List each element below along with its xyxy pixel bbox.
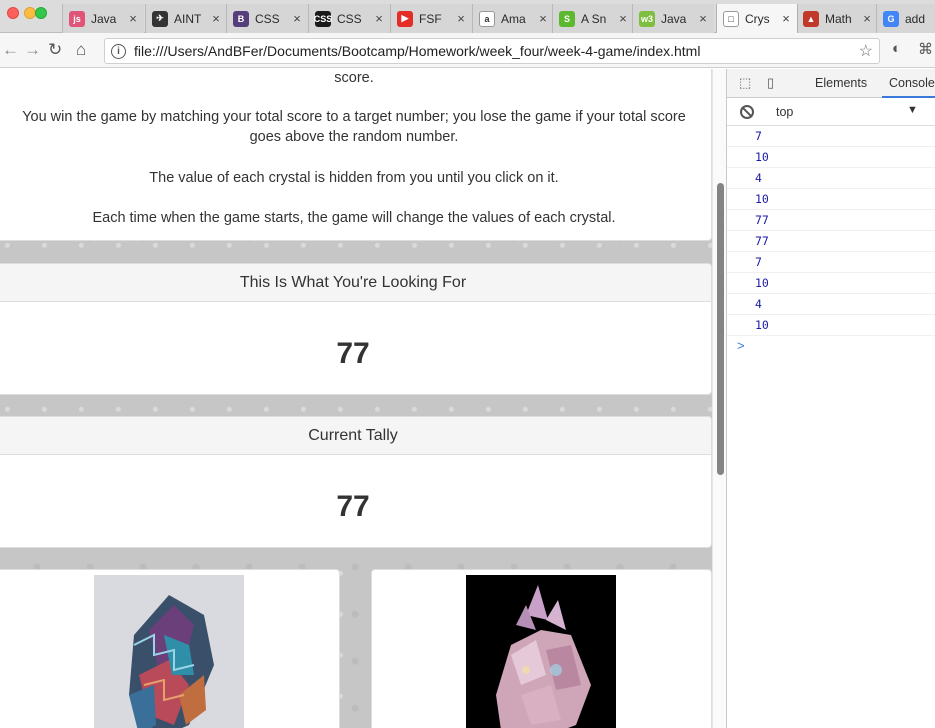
- console-prompt[interactable]: >: [727, 336, 935, 356]
- tab-favicon-icon: ▲: [803, 10, 819, 27]
- tab-title: FSF: [419, 11, 442, 26]
- tab-title: Ama: [501, 11, 526, 26]
- close-window-button[interactable]: [7, 7, 19, 19]
- zoom-window-button[interactable]: [35, 7, 47, 19]
- tab-title: CSS: [255, 11, 280, 26]
- tab-favicon-icon: B: [233, 10, 249, 27]
- console-log-line: 77: [727, 231, 935, 252]
- browser-tab[interactable]: Gadd×: [876, 4, 935, 33]
- console-log-line: 10: [727, 147, 935, 168]
- tally-number: 77: [336, 490, 370, 523]
- tab-title: Java: [91, 11, 117, 26]
- console-log-line: 4: [727, 168, 935, 189]
- tab-title: Java: [661, 11, 687, 26]
- browser-tab[interactable]: S A Sn ×: [552, 4, 634, 33]
- chevron-down-icon[interactable]: ▼: [907, 104, 918, 116]
- console-toolbar: top ▼: [727, 98, 935, 126]
- tab-close-icon[interactable]: ×: [860, 11, 874, 26]
- tab-favicon-icon: ▶: [397, 10, 413, 27]
- current-tally-panel: Current Tally 77: [0, 416, 712, 548]
- browser-tab[interactable]: a Ama ×: [472, 4, 554, 33]
- tab-close-icon[interactable]: ×: [126, 11, 140, 26]
- console-log-line: 7: [727, 252, 935, 273]
- tab-close-icon[interactable]: ×: [779, 11, 793, 26]
- tab-favicon-icon: CSS: [314, 10, 332, 27]
- url-text[interactable]: file:///Users/AndBFer/Documents/Bootcamp…: [134, 43, 859, 59]
- tab-title: Math: [825, 11, 852, 26]
- crystal-card-1: [0, 569, 340, 728]
- console-log-line: 10: [727, 189, 935, 210]
- info-icon[interactable]: i: [111, 43, 126, 59]
- crystal-card-2: [371, 569, 712, 728]
- tally-heading: Current Tally: [0, 417, 711, 455]
- target-number-panel: This Is What You're Looking For 77: [0, 263, 712, 395]
- tab-close-icon[interactable]: ×: [209, 11, 223, 26]
- tab-favicon-icon: js: [69, 10, 85, 27]
- tab-close-icon[interactable]: ×: [454, 11, 468, 26]
- page-viewport: score. You win the game by matching your…: [0, 69, 726, 728]
- tab-favicon-icon: ✈: [152, 10, 168, 27]
- console-log-line: 77: [727, 210, 935, 231]
- tab-close-icon[interactable]: ×: [536, 11, 550, 26]
- tab-close-icon[interactable]: ×: [290, 11, 304, 26]
- tab-title: A Sn: [581, 11, 607, 26]
- home-icon[interactable]: ⌂: [76, 40, 86, 60]
- browser-tab[interactable]: □ Crys ×: [716, 4, 798, 33]
- bismuth-crystal-image[interactable]: [94, 575, 244, 728]
- bookmark-star-icon[interactable]: ☆: [859, 41, 873, 61]
- tab-close-icon[interactable]: ×: [616, 11, 630, 26]
- context-selector[interactable]: top: [776, 105, 793, 119]
- tab-strip: js Java × ✈ AINT × B CSS × CSS CSS × ▶ FSF × a Ama × S A Sn…: [0, 0, 935, 33]
- browser-tab[interactable]: CSS CSS ×: [308, 4, 390, 33]
- console-log-line: 10: [727, 315, 935, 336]
- tab-title: CSS: [337, 11, 362, 26]
- tab-title: add: [905, 11, 926, 26]
- tab-title: Crys: [745, 11, 770, 26]
- console-output: 7 10 4 10 77 77 7 10 4 10: [727, 126, 935, 336]
- instruction-text-2: You win the game by matching your total …: [22, 109, 686, 145]
- scroll-thumb[interactable]: [717, 183, 724, 475]
- instructions-panel: score. You win the game by matching your…: [0, 69, 712, 241]
- browser-tab[interactable]: js Java ×: [62, 4, 144, 33]
- back-arrow-icon[interactable]: ←: [2, 40, 19, 60]
- tab-favicon-icon: a: [479, 10, 495, 27]
- browser-tab[interactable]: B CSS ×: [226, 4, 308, 33]
- browser-tab[interactable]: ▶ FSF ×: [390, 4, 472, 33]
- devtools-tab-bar: ⬚ ▯ Elements Console: [727, 69, 935, 98]
- instruction-text-3: The value of each crystal is hidden from…: [149, 170, 559, 186]
- command-icon[interactable]: ⌘: [918, 40, 933, 58]
- tab-title: AINT: [174, 11, 202, 26]
- quartz-crystal-image[interactable]: [466, 575, 616, 728]
- target-heading: This Is What You're Looking For: [0, 264, 711, 302]
- tab-close-icon[interactable]: ×: [372, 11, 386, 26]
- console-log-line: 10: [727, 273, 935, 294]
- tab-elements[interactable]: Elements: [815, 76, 867, 90]
- extension-icon[interactable]: ◐: [892, 40, 901, 57]
- forward-arrow-icon[interactable]: →: [24, 40, 41, 60]
- tab-console[interactable]: Console: [889, 76, 935, 90]
- tab-favicon-icon: S: [559, 10, 575, 27]
- console-log-line: 7: [727, 126, 935, 147]
- browser-tab[interactable]: ▲ Math ×: [796, 4, 878, 33]
- reload-icon[interactable]: ↻: [48, 40, 62, 60]
- address-bar[interactable]: i file:///Users/AndBFer/Documents/Bootca…: [104, 38, 880, 64]
- instruction-text-1: score.: [334, 70, 374, 86]
- devtools-panel: ⬚ ▯ Elements Console top ▼ 7 10 4 10 77 77 7 10…: [726, 69, 935, 728]
- inspect-element-icon[interactable]: ⬚: [739, 75, 755, 91]
- page-scrollbar[interactable]: [712, 69, 726, 728]
- console-log-line: 4: [727, 294, 935, 315]
- instruction-text-4: Each time when the game starts, the game…: [92, 210, 616, 226]
- browser-tab[interactable]: w3 Java ×: [632, 4, 714, 33]
- target-number: 77: [336, 337, 370, 370]
- browser-tab[interactable]: ✈ AINT ×: [145, 4, 227, 33]
- tab-favicon-icon: G: [883, 10, 899, 27]
- tab-close-icon[interactable]: ×: [696, 11, 710, 26]
- tab-favicon-icon: w3: [639, 10, 655, 27]
- browser-toolbar: ← → ↻ ⌂ i file:///Users/AndBFer/Document…: [0, 33, 935, 68]
- clear-console-icon[interactable]: [740, 105, 754, 119]
- device-toolbar-icon[interactable]: ▯: [767, 75, 783, 91]
- tab-favicon-icon: □: [723, 10, 739, 27]
